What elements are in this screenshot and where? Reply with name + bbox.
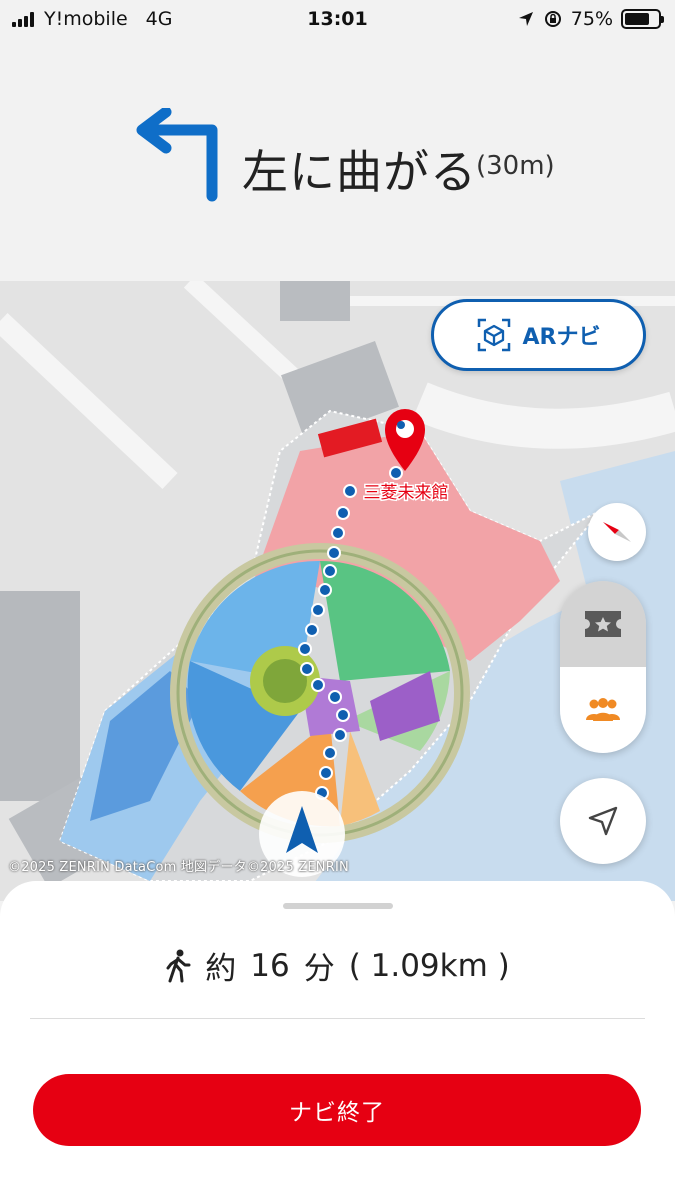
battery-percent: 75% [570, 8, 613, 30]
ar-navigation-button[interactable]: ARナビ [431, 299, 646, 371]
crowd-layer-button[interactable] [560, 667, 646, 753]
ar-button-label: ARナビ [522, 325, 601, 350]
status-right: 75% [517, 8, 664, 30]
destination-label: 三菱未来館 [364, 483, 449, 503]
signal-strength-icon [12, 11, 34, 27]
route-eta: 約 16 分 ( 1.09km ) [0, 943, 675, 988]
turn-left-arrow-icon [136, 108, 218, 202]
turn-distance: (30m) [476, 151, 555, 181]
sheet-grabber[interactable] [283, 903, 393, 909]
eta-minutes: 16 [250, 947, 290, 984]
ar-cube-icon [477, 318, 510, 352]
ticket-layer-button[interactable] [560, 581, 646, 667]
carrier-name: Y!mobile [44, 8, 128, 30]
compass-icon [603, 522, 631, 542]
route-distance: ( 1.09km ) [348, 947, 510, 984]
navigation-arrow-icon [588, 806, 618, 836]
crowd-people-icon [586, 698, 620, 721]
status-bar: Y!mobile 4G 13:01 75% [0, 0, 675, 38]
location-services-icon [518, 12, 533, 26]
ticket-star-icon [585, 611, 621, 637]
compass-button[interactable] [588, 503, 646, 561]
eta-minutes-unit: 分 [303, 951, 335, 987]
map-view[interactable]: 三菱未来館 ARナビ ©2025 ZENRIN DataCom 地図データ©20… [0, 281, 675, 901]
network-type: 4G [145, 8, 173, 30]
end-navigation-button[interactable]: ナビ終了 [33, 1074, 641, 1146]
map-copyright: ©2025 ZENRIN DataCom 地図データ©2025 ZENRIN [8, 860, 349, 875]
end-navigation-label: ナビ終了 [289, 1100, 385, 1126]
current-location-button[interactable] [560, 778, 646, 864]
turn-instruction-panel: 左に曲がる (30m) [0, 38, 675, 281]
turn-instruction-text: 左に曲がる [242, 145, 477, 199]
route-summary-sheet[interactable]: 約 16 分 ( 1.09km ) ナビ終了 [0, 881, 675, 1200]
eta-prefix: 約 [205, 951, 237, 987]
rotation-lock-icon [544, 11, 561, 27]
layer-toggle[interactable] [560, 581, 646, 753]
status-left: Y!mobile 4G [12, 8, 172, 30]
sheet-divider [30, 1018, 645, 1019]
battery-icon [621, 9, 664, 29]
walking-person-icon [166, 949, 191, 982]
